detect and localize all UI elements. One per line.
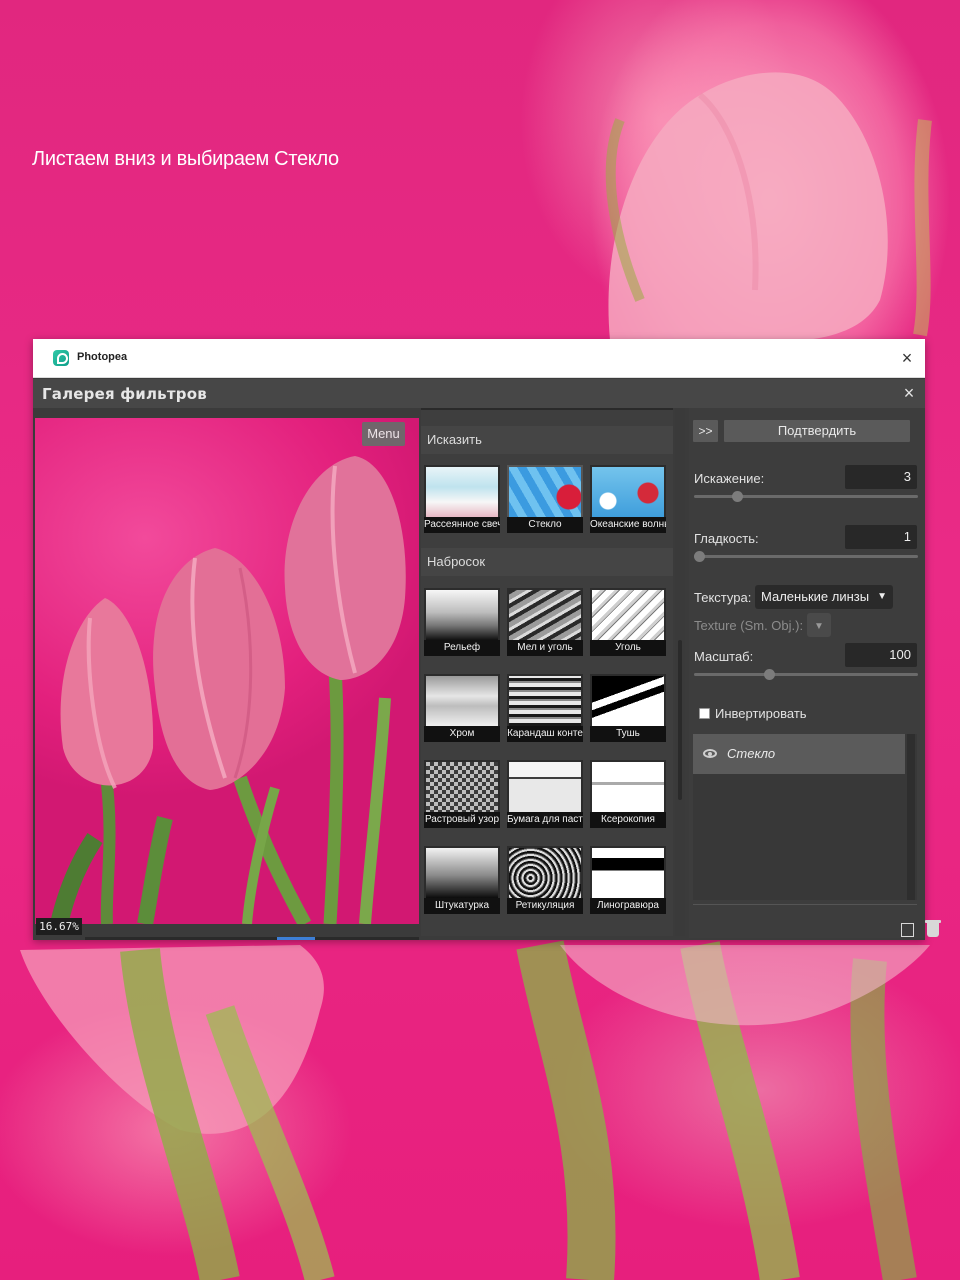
filter-label: Ретикуляция bbox=[507, 898, 583, 914]
confirm-button[interactable]: Подтвердить bbox=[724, 420, 910, 442]
filter-thumb-ocean-ripple[interactable]: Океанские волны bbox=[590, 465, 666, 533]
filter-label: Карандаш конте bbox=[507, 726, 583, 742]
filter-label: Мел и уголь bbox=[507, 640, 583, 656]
category-sketch-header[interactable]: Набросок bbox=[421, 548, 673, 576]
filter-layer-name: Стекло bbox=[727, 746, 776, 761]
chevron-down-icon: ▼ bbox=[877, 591, 887, 602]
filter-thumb-bas-relief[interactable]: Рельеф bbox=[424, 588, 500, 656]
filter-label: Линогравюра bbox=[590, 898, 666, 914]
zoom-level: 16.67% bbox=[36, 918, 82, 935]
texture-smart-object-label: Texture (Sm. Obj.): bbox=[694, 618, 804, 633]
filter-label: Штукатурка bbox=[424, 898, 500, 914]
expand-button[interactable]: >> bbox=[693, 420, 718, 442]
trash-icon[interactable] bbox=[925, 920, 941, 937]
texture-select-value: Маленькие линзы bbox=[761, 589, 870, 604]
dialog-close-button[interactable]: × bbox=[899, 382, 919, 404]
filter-thumb-photocopy[interactable]: Ксерокопия bbox=[590, 760, 666, 828]
distortion-input[interactable]: 3 bbox=[845, 465, 917, 489]
window-titlebar: Photopea × bbox=[33, 339, 925, 378]
new-layer-icon[interactable] bbox=[901, 923, 914, 937]
filter-label: Уголь bbox=[590, 640, 666, 656]
scale-slider[interactable] bbox=[694, 669, 918, 680]
filter-label: Океанские волны bbox=[590, 517, 666, 533]
filter-thumb-conte-crayon[interactable]: Карандаш конте bbox=[507, 674, 583, 742]
smoothness-input[interactable]: 1 bbox=[845, 525, 917, 549]
eye-icon[interactable] bbox=[703, 749, 717, 758]
texture-smart-object-select[interactable]: ▼ bbox=[807, 613, 831, 637]
preview-top-gap bbox=[33, 408, 421, 418]
filter-layers-panel: Стекло bbox=[693, 734, 917, 900]
distortion-slider-knob[interactable] bbox=[732, 491, 743, 502]
preview-canvas[interactable]: Menu bbox=[35, 418, 419, 924]
filter-label: Стекло bbox=[507, 517, 583, 533]
filter-list-scrollbar[interactable] bbox=[675, 408, 685, 936]
photopea-window: Photopea × Галерея фильтров × Menu 16.67… bbox=[33, 339, 941, 940]
preview-image bbox=[50, 456, 406, 924]
layers-scrollbar[interactable] bbox=[907, 734, 915, 900]
filter-settings-panel: >> Подтвердить Искажение: 3 Гладкость: 1… bbox=[689, 408, 941, 938]
filter-thumb-glass[interactable]: Стекло bbox=[507, 465, 583, 533]
filter-label: Бумага для пастели bbox=[507, 812, 583, 828]
filter-label: Растровый узор bbox=[424, 812, 500, 828]
invert-label: Инвертировать bbox=[715, 706, 807, 721]
preview-scroll-thumb[interactable] bbox=[277, 937, 315, 940]
smoothness-label: Гладкость: bbox=[694, 531, 759, 546]
chevron-down-icon: ▼ bbox=[814, 621, 824, 632]
scale-input[interactable]: 100 bbox=[845, 643, 917, 667]
filter-layer-row[interactable]: Стекло bbox=[693, 734, 905, 774]
texture-label: Текстура: bbox=[694, 590, 752, 605]
filter-list-scroll-thumb[interactable] bbox=[678, 640, 682, 800]
filter-thumb-reticulation[interactable]: Ретикуляция bbox=[507, 846, 583, 914]
list-top-edge bbox=[421, 408, 673, 410]
smoothness-slider-knob[interactable] bbox=[694, 551, 705, 562]
filter-thumb-stamp[interactable]: Линогравюра bbox=[590, 846, 666, 914]
smoothness-slider[interactable] bbox=[694, 551, 918, 562]
filter-label: Рассеянное свечение bbox=[424, 517, 500, 533]
filter-thumb-note-paper[interactable]: Бумага для пастели bbox=[507, 760, 583, 828]
filter-thumb-halftone[interactable]: Растровый узор bbox=[424, 760, 500, 828]
filter-thumb-plaster[interactable]: Штукатурка bbox=[424, 846, 500, 914]
filter-thumb-charcoal[interactable]: Уголь bbox=[590, 588, 666, 656]
app-title: Photopea bbox=[77, 351, 128, 363]
filter-thumb-chrome[interactable]: Хром bbox=[424, 674, 500, 742]
photopea-logo-icon bbox=[53, 350, 69, 366]
filter-label: Ксерокопия bbox=[590, 812, 666, 828]
dialog-header: Галерея фильтров × bbox=[33, 379, 925, 408]
window-close-button[interactable]: × bbox=[897, 348, 917, 368]
distortion-slider[interactable] bbox=[694, 491, 918, 502]
preview-menu-button[interactable]: Menu bbox=[362, 422, 405, 446]
filter-label: Хром bbox=[424, 726, 500, 742]
filter-thumb-chalk-charcoal[interactable]: Мел и уголь bbox=[507, 588, 583, 656]
dialog-title: Галерея фильтров bbox=[42, 385, 207, 403]
invert-checkbox[interactable] bbox=[699, 708, 710, 719]
filter-gallery-list[interactable]: Исказить Рассеянное свечение Стекло Океа… bbox=[421, 408, 673, 936]
filter-label: Тушь bbox=[590, 726, 666, 742]
filter-label: Рельеф bbox=[424, 640, 500, 656]
instruction-caption: Листаем вниз и выбираем Стекло bbox=[32, 148, 339, 170]
distortion-label: Искажение: bbox=[694, 471, 765, 486]
category-distort-header[interactable]: Исказить bbox=[421, 426, 673, 454]
scale-label: Масштаб: bbox=[694, 649, 754, 664]
filter-thumb-ink[interactable]: Тушь bbox=[590, 674, 666, 742]
preview-horizontal-scrollbar[interactable] bbox=[85, 937, 419, 940]
scale-slider-knob[interactable] bbox=[764, 669, 775, 680]
panel-divider bbox=[693, 904, 917, 905]
texture-select[interactable]: Маленькие линзы ▼ bbox=[755, 585, 893, 609]
filter-thumb-diffuse-glow[interactable]: Рассеянное свечение bbox=[424, 465, 500, 533]
